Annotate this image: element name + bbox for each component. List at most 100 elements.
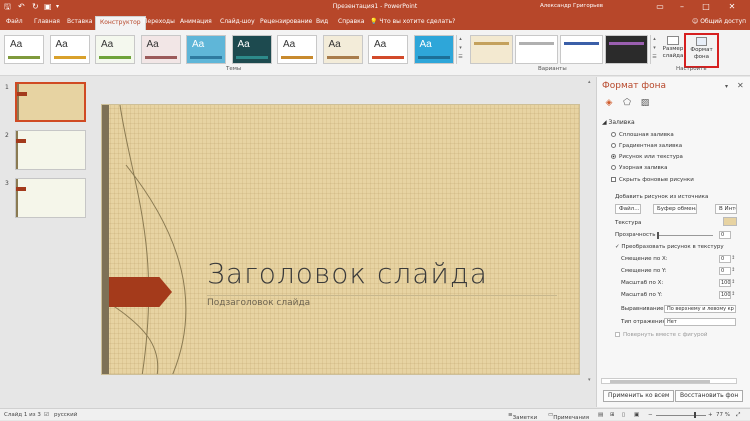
slide-decor-curves — [111, 105, 187, 374]
slide-title[interactable]: Заголовок слайда — [207, 257, 488, 290]
theme-tile[interactable]: Aa — [413, 35, 454, 64]
transparency-field[interactable]: 0 % — [719, 231, 731, 239]
mirror-dropdown[interactable]: Нет — [664, 318, 736, 326]
transparency-slider[interactable] — [657, 235, 713, 236]
clipboard-button[interactable]: Буфер обмена — [653, 204, 697, 214]
slide-thumbnail[interactable] — [15, 178, 86, 218]
theme-tile[interactable]: Aa — [140, 35, 181, 64]
normal-view-icon[interactable]: ▤ — [598, 412, 603, 418]
offset-x-field[interactable]: 0 пт — [719, 255, 731, 263]
minimize-icon[interactable]: – — [672, 0, 692, 14]
texture-picker[interactable] — [723, 217, 737, 226]
tab-animations[interactable]: Анимация — [176, 16, 216, 30]
tab-help[interactable]: Справка — [334, 16, 368, 30]
radio-label: Сплошная заливка — [619, 132, 674, 138]
tab-view[interactable]: Вид — [312, 16, 332, 30]
slide-size-button[interactable]: Размер слайда — [661, 34, 685, 64]
variant-tile[interactable] — [470, 35, 513, 64]
pane-close-icon[interactable]: ✕ — [737, 81, 744, 90]
spellcheck-icon[interactable]: ☑ — [44, 412, 49, 418]
theme-tile[interactable]: Aa — [231, 35, 272, 64]
theme-tile[interactable]: Aa — [95, 35, 135, 64]
theme-accent-bar — [235, 56, 268, 59]
theme-sample-text: Aa — [192, 39, 205, 50]
transparency-slider-thumb[interactable] — [657, 232, 659, 239]
tab-transitions[interactable]: Переходы — [139, 16, 179, 30]
radio-pattern-fill[interactable]: Узорная заливка — [611, 165, 667, 171]
editor-scrollbar[interactable]: ▴ ▾ — [587, 77, 595, 407]
scrollbar-thumb[interactable] — [610, 380, 710, 383]
alignment-dropdown[interactable]: По верхнему и левому кр — [664, 305, 736, 313]
tab-slideshow[interactable]: Слайд-шоу — [216, 16, 259, 30]
share-button[interactable]: ☺ Общий доступ — [692, 18, 746, 25]
file-button[interactable]: Файл... — [615, 204, 641, 214]
pane-horizontal-scrollbar[interactable] — [601, 378, 737, 384]
variants-scroll[interactable]: ▴ ▾ ☰ — [650, 35, 658, 64]
scale-x-field[interactable]: 100 — [719, 279, 731, 287]
tab-review[interactable]: Рецензирование — [256, 16, 316, 30]
pane-options-icon[interactable]: ▾ — [725, 83, 728, 90]
radio-solid-fill[interactable]: Сплошная заливка — [611, 132, 674, 138]
effects-icon[interactable]: ⬠ — [621, 97, 633, 109]
tell-me-search[interactable]: 💡 Что вы хотите сделать? — [370, 18, 455, 25]
variant-tile[interactable] — [560, 35, 603, 64]
online-button[interactable]: В Инте — [715, 204, 737, 214]
title-bar: 🖫 ↶ ↻ ▣ ▾ Презентация1 - PowerPoint Алек… — [0, 0, 750, 14]
fill-icon[interactable]: ◈ — [603, 97, 615, 109]
slide-thumbnail[interactable] — [15, 130, 86, 170]
theme-accent-bar — [417, 56, 450, 59]
zoom-in-icon[interactable]: + — [708, 412, 713, 418]
tab-file[interactable]: Файл — [2, 16, 27, 30]
reading-view-icon[interactable]: ▯ — [622, 412, 625, 418]
sorter-view-icon[interactable]: ⊞ — [610, 412, 615, 418]
fill-section-header[interactable]: ◢ Заливка — [602, 119, 635, 126]
language-indicator[interactable]: русский — [54, 412, 77, 418]
apply-to-all-button[interactable]: Применить ко всем — [603, 390, 675, 402]
tile-texture-checkbox[interactable]: ✓ Преобразовать рисунок в текстуру — [615, 244, 724, 250]
comments-button[interactable]: ▭ Примечания — [548, 412, 589, 421]
scale-y-spinner[interactable]: ↕ — [731, 291, 735, 297]
zoom-level[interactable]: 77 % — [716, 412, 730, 418]
slide-thumbnail[interactable] — [15, 82, 86, 122]
radio-label: Рисунок или текстура — [619, 154, 683, 160]
hide-bg-graphics-checkbox[interactable]: Скрыть фоновые рисунки — [611, 177, 694, 183]
offset-x-spinner[interactable]: ↕ — [731, 255, 735, 261]
ribbon-options-icon[interactable]: ▭ — [650, 0, 670, 14]
tab-home[interactable]: Главная — [30, 16, 64, 30]
theme-tile[interactable]: Aa — [186, 35, 226, 64]
rotate-with-shape-checkbox[interactable]: Повернуть вместе с фигурой — [615, 332, 707, 338]
format-background-button[interactable]: Формат фона — [684, 33, 719, 68]
fit-slide-icon[interactable]: ⤢ — [736, 412, 740, 419]
themes-group-label: Темы — [226, 66, 242, 72]
theme-tile[interactable]: Aa — [368, 35, 408, 64]
variant-tile[interactable] — [605, 35, 648, 64]
tab-insert[interactable]: Вставка — [63, 16, 96, 30]
close-icon[interactable]: ✕ — [722, 0, 742, 14]
radio-label: Узорная заливка — [619, 165, 668, 171]
offset-y-spinner[interactable]: ↕ — [731, 267, 735, 273]
user-name[interactable]: Александр Григорьев — [540, 3, 603, 9]
scroll-down-icon[interactable]: ▾ — [588, 377, 591, 383]
radio-gradient-fill[interactable]: Градиентная заливка — [611, 143, 682, 149]
maximize-icon[interactable]: □ — [696, 0, 716, 14]
theme-tile[interactable]: Aa — [49, 35, 90, 64]
slide-canvas[interactable]: Заголовок слайда Подзаголовок слайда — [101, 104, 580, 375]
scroll-up-icon[interactable]: ▴ — [588, 79, 591, 85]
theme-tile[interactable]: Aa — [277, 35, 317, 64]
slide-subtitle[interactable]: Подзаголовок слайда — [207, 298, 310, 308]
picture-icon[interactable]: ▨ — [639, 97, 651, 109]
zoom-slider[interactable] — [656, 415, 706, 416]
scale-x-spinner[interactable]: ↕ — [731, 279, 735, 285]
offset-y-field[interactable]: 0 пт — [719, 267, 731, 275]
notes-button[interactable]: ≡ Заметки — [508, 412, 537, 421]
variant-tile[interactable] — [515, 35, 558, 64]
slideshow-view-icon[interactable]: ▣ — [634, 412, 639, 418]
scale-y-field[interactable]: 100 — [719, 291, 731, 299]
zoom-slider-thumb[interactable] — [694, 412, 696, 418]
reset-background-button[interactable]: Восстановить фон — [675, 390, 744, 402]
zoom-out-icon[interactable]: − — [648, 412, 653, 418]
theme-tile[interactable]: Aa — [322, 35, 363, 64]
radio-picture-fill[interactable]: Рисунок или текстура — [611, 154, 683, 160]
theme-tile[interactable]: Aa — [4, 35, 44, 64]
themes-scroll[interactable]: ▴ ▾ ☰ — [456, 35, 464, 64]
